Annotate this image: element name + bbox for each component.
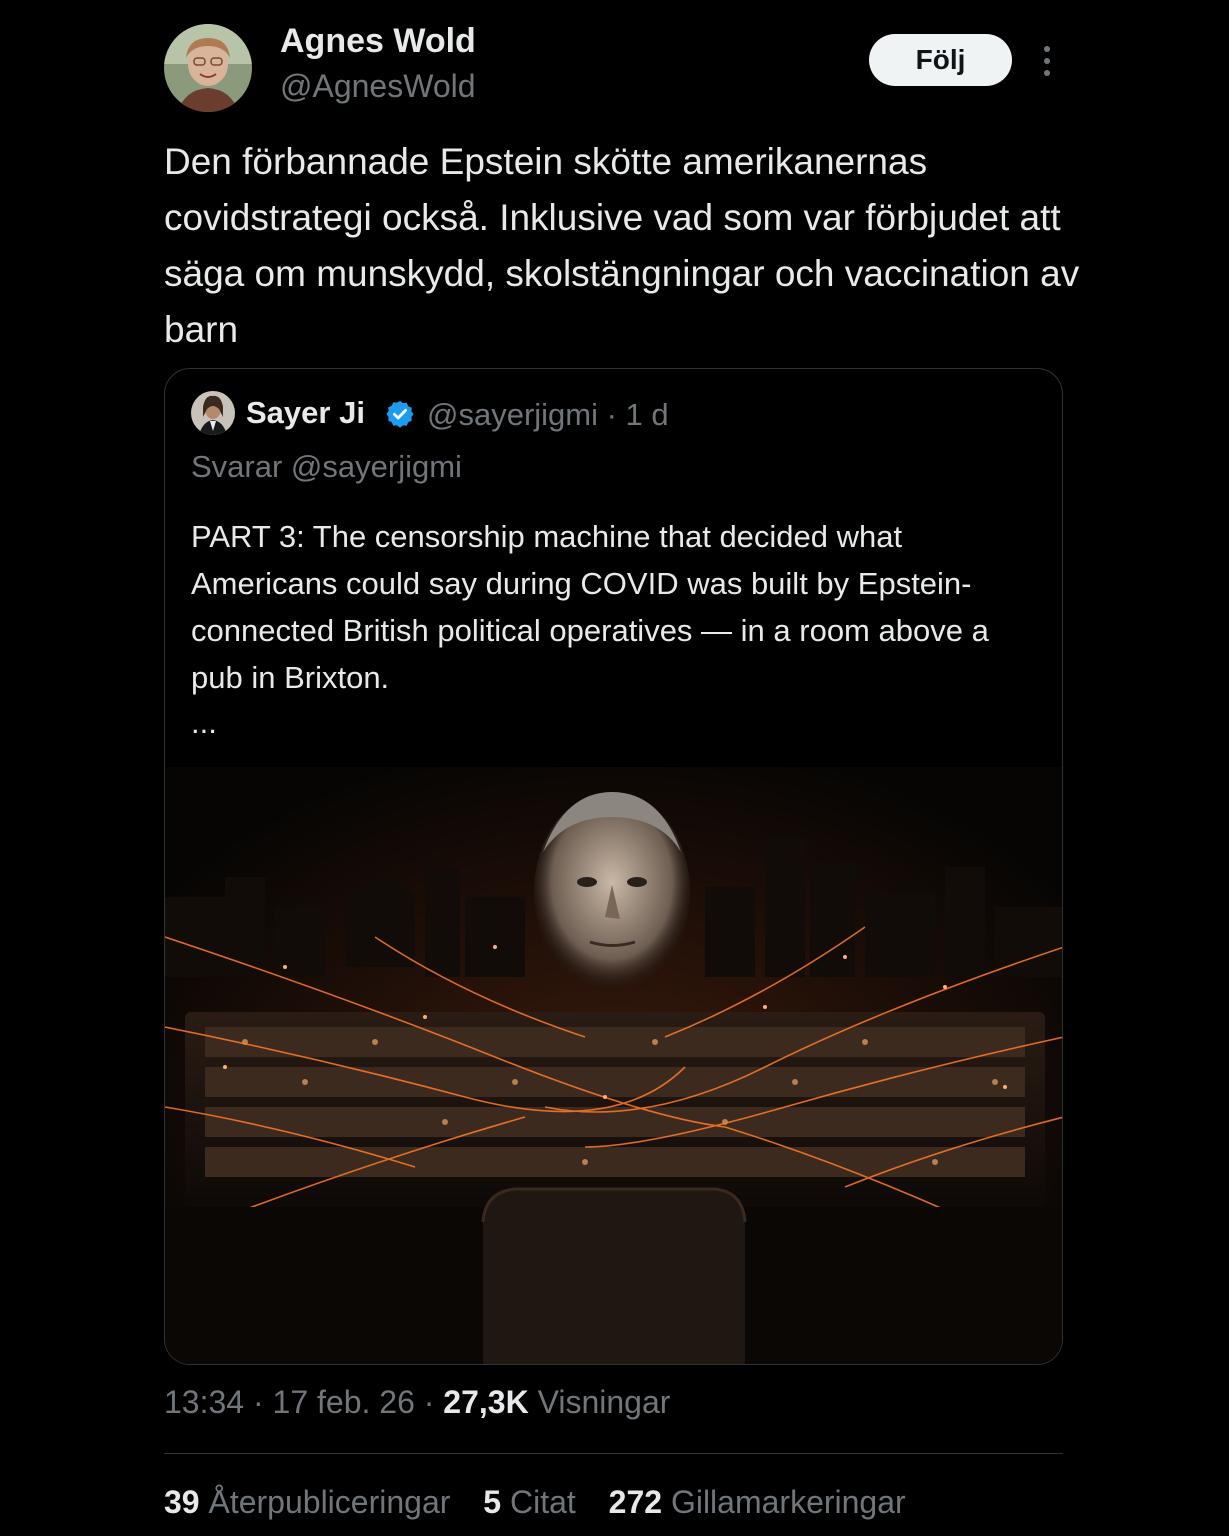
follow-button[interactable]: Följ	[869, 34, 1012, 86]
reply-to-label[interactable]: Svarar @sayerjigmi	[191, 449, 462, 485]
reposts-count: 39	[164, 1484, 200, 1520]
views-count: 27,3K	[443, 1384, 529, 1420]
more-options-icon[interactable]	[1036, 44, 1058, 78]
views-label: Visningar	[528, 1384, 671, 1420]
quoted-author-name[interactable]: Sayer Ji	[246, 395, 365, 431]
quotes-label: Citat	[501, 1484, 576, 1520]
divider	[164, 1453, 1063, 1454]
quotes-count: 5	[483, 1484, 502, 1520]
author-handle[interactable]: @AgnesWold	[280, 68, 476, 105]
likes-stat[interactable]: 272 Gillamarkeringar	[609, 1484, 906, 1521]
author-name[interactable]: Agnes Wold	[280, 22, 476, 61]
tweet-text: Den förbannade Epstein skötte amerikaner…	[164, 141, 1080, 350]
quoted-author-handle-time[interactable]: @sayerjigmi · 1 d	[427, 397, 669, 433]
author-avatar[interactable]	[164, 24, 252, 112]
quoted-tweet-card[interactable]: Sayer Ji @sayerjigmi · 1 d Svarar @sayer…	[164, 368, 1063, 1365]
tweet-timestamp[interactable]: 13:34 · 17 feb. 26 ·	[164, 1384, 443, 1420]
likes-label: Gillamarkeringar	[662, 1484, 906, 1520]
quotes-stat[interactable]: 5 Citat	[483, 1484, 575, 1521]
quoted-tweet-truncation: ...	[191, 705, 217, 740]
quoted-tweet-image[interactable]	[165, 767, 1062, 1364]
verified-badge-icon	[385, 399, 415, 429]
tweet-stats: 39 Återpubliceringar 5 Citat 272 Gillama…	[164, 1484, 930, 1521]
quoted-author-avatar[interactable]	[191, 391, 235, 435]
likes-count: 272	[608, 1484, 663, 1520]
tweet-meta: 13:34 · 17 feb. 26 · 27,3K Visningar	[164, 1384, 670, 1421]
reposts-stat[interactable]: 39 Återpubliceringar	[164, 1484, 450, 1521]
reposts-label: Återpubliceringar	[199, 1484, 451, 1520]
quoted-tweet-text: PART 3: The censorship machine that deci…	[191, 519, 989, 695]
